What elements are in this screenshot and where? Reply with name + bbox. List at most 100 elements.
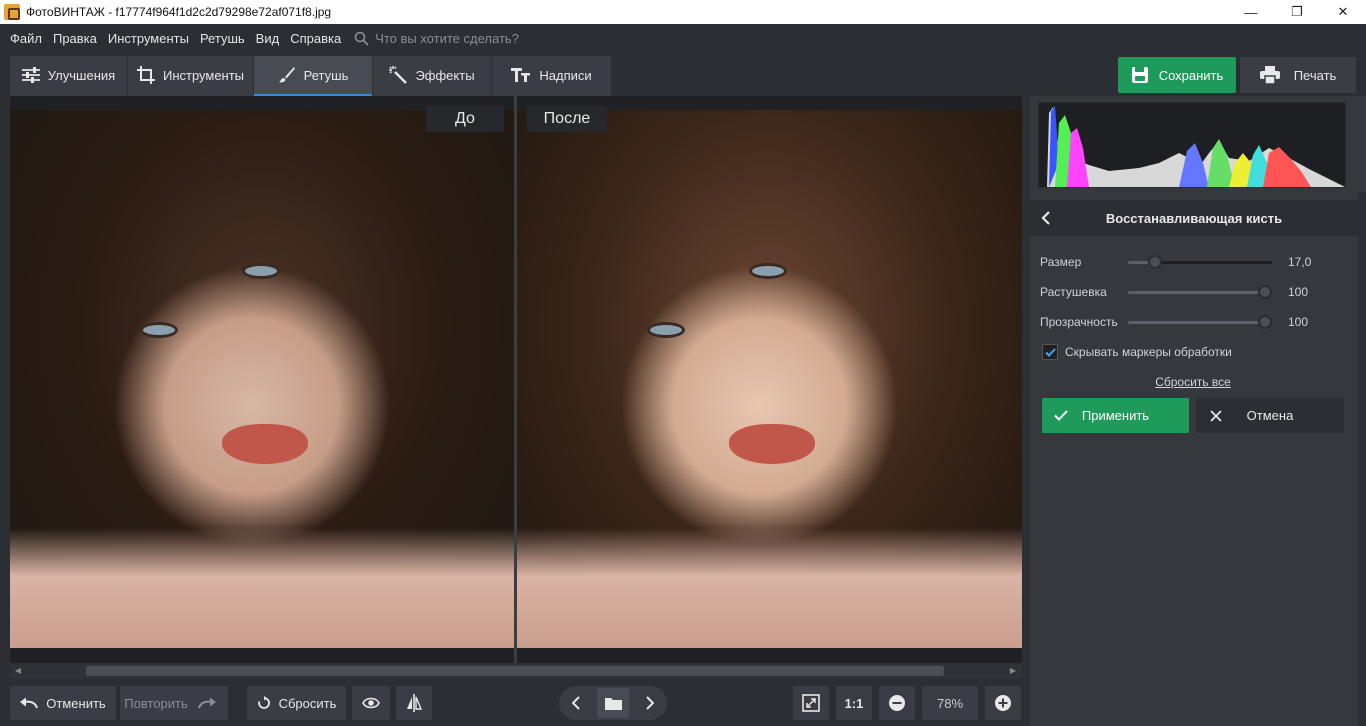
check-icon bbox=[1054, 410, 1068, 421]
menu-search[interactable]: Что вы хотите сделать? bbox=[354, 31, 519, 46]
close-button[interactable]: ✕ bbox=[1320, 0, 1366, 24]
print-label: Печать bbox=[1293, 67, 1337, 83]
preview-toggle-button[interactable] bbox=[352, 686, 390, 720]
scrollbar-thumb[interactable] bbox=[86, 666, 944, 676]
redo-icon bbox=[197, 697, 216, 709]
tab-label: Надписи bbox=[539, 67, 592, 83]
side-panel: Восстанавливающая кисть Размер 17,0 Раст… bbox=[1030, 96, 1366, 726]
text-icon bbox=[511, 68, 531, 82]
size-slider[interactable] bbox=[1128, 255, 1272, 269]
menu-bar: Файл Правка Инструменты Ретушь Вид Справ… bbox=[0, 24, 1366, 52]
menu-search-placeholder: Что вы хотите сделать? bbox=[375, 30, 519, 46]
reset-all-link[interactable]: Сбросить все bbox=[1030, 375, 1356, 389]
tab-bar: Улучшения Инструменты Ретушь Эффекты Над… bbox=[10, 56, 612, 96]
menu-help[interactable]: Справка bbox=[290, 31, 341, 46]
slider-handle[interactable] bbox=[1258, 285, 1272, 299]
close-icon bbox=[1210, 409, 1222, 422]
previous-image-button[interactable] bbox=[561, 688, 591, 718]
brush-icon bbox=[278, 67, 295, 83]
apply-button[interactable]: Применить bbox=[1042, 398, 1189, 433]
undo-icon bbox=[20, 697, 39, 709]
printer-icon bbox=[1259, 66, 1280, 84]
scroll-right-icon[interactable]: ▶ bbox=[1008, 666, 1018, 676]
minimize-button[interactable]: — bbox=[1228, 0, 1274, 24]
photo-detail bbox=[10, 528, 514, 648]
maximize-button[interactable]: ❐ bbox=[1274, 0, 1320, 24]
tab-effects[interactable]: Эффекты bbox=[373, 56, 491, 96]
menu-tools[interactable]: Инструменты bbox=[108, 31, 189, 46]
tab-label: Эффекты bbox=[415, 67, 475, 83]
slider-fill bbox=[1128, 291, 1265, 294]
fit-screen-icon bbox=[802, 694, 820, 712]
panel-title: Восстанавливающая кисть bbox=[1105, 210, 1283, 226]
menu-edit[interactable]: Правка bbox=[53, 31, 97, 46]
chevron-right-icon bbox=[646, 696, 654, 710]
cancel-label: Отмена bbox=[1246, 408, 1294, 423]
open-folder-button[interactable] bbox=[597, 688, 629, 718]
scroll-left-icon[interactable]: ◀ bbox=[13, 666, 23, 676]
photo-after bbox=[517, 110, 1022, 648]
actual-size-button[interactable]: 1:1 bbox=[836, 686, 872, 720]
undo-button[interactable]: Отменить bbox=[10, 686, 116, 720]
reset-button[interactable]: Сбросить bbox=[247, 686, 346, 720]
slider-label: Размер bbox=[1040, 255, 1082, 269]
folder-icon bbox=[604, 697, 622, 710]
redo-label: Повторить bbox=[124, 695, 188, 711]
zoom-out-button[interactable] bbox=[879, 686, 915, 720]
panel-scrollbar[interactable] bbox=[1358, 192, 1366, 726]
tab-captions[interactable]: Надписи bbox=[492, 56, 611, 96]
tab-enhancements[interactable]: Улучшения bbox=[10, 56, 127, 96]
title-bar: ФотоВИНТАЖ - f17774f964f1d2c2d79298e72af… bbox=[0, 0, 1366, 24]
slider-handle[interactable] bbox=[1147, 255, 1162, 269]
photo-detail bbox=[222, 424, 308, 464]
photo-detail bbox=[749, 263, 787, 279]
next-image-button[interactable] bbox=[635, 688, 665, 718]
feather-slider-row: Растушевка 100 bbox=[1040, 282, 1340, 302]
back-button[interactable] bbox=[1030, 200, 1060, 236]
menu-view[interactable]: Вид bbox=[256, 31, 280, 46]
cancel-button[interactable]: Отмена bbox=[1196, 398, 1344, 433]
photo-detail bbox=[729, 424, 815, 464]
apply-label: Применить bbox=[1081, 408, 1150, 423]
hide-markers-option[interactable]: Скрывать маркеры обработки bbox=[1042, 344, 1232, 360]
before-label: До bbox=[426, 106, 504, 132]
eye-icon bbox=[362, 697, 380, 709]
save-label: Сохранить bbox=[1158, 67, 1224, 83]
hide-markers-checkbox[interactable] bbox=[1042, 344, 1058, 360]
menu-retouch[interactable]: Ретушь bbox=[200, 31, 245, 46]
histogram bbox=[1038, 102, 1346, 188]
opacity-slider[interactable] bbox=[1128, 315, 1272, 329]
compare-button[interactable] bbox=[396, 686, 432, 720]
menu-file[interactable]: Файл bbox=[10, 31, 42, 46]
size-slider-row: Размер 17,0 bbox=[1040, 252, 1340, 272]
slider-value: 100 bbox=[1288, 285, 1309, 299]
feather-slider[interactable] bbox=[1128, 285, 1272, 299]
panel-header: Восстанавливающая кисть bbox=[1030, 200, 1358, 236]
after-label: После bbox=[527, 106, 607, 132]
tab-retouch[interactable]: Ретушь bbox=[254, 56, 372, 96]
tab-tools[interactable]: Инструменты bbox=[128, 56, 253, 96]
window-title: ФотоВИНТАЖ - f17774f964f1d2c2d79298e72af… bbox=[26, 5, 332, 19]
slider-label: Растушевка bbox=[1040, 285, 1107, 299]
app-logo-icon bbox=[4, 4, 20, 20]
photo-detail bbox=[242, 263, 280, 279]
histogram-graph bbox=[1047, 106, 1345, 187]
checkbox-label: Скрывать маркеры обработки bbox=[1065, 345, 1232, 359]
fit-to-screen-button[interactable] bbox=[793, 686, 829, 720]
slider-handle[interactable] bbox=[1258, 315, 1272, 329]
zoom-level[interactable]: 78% bbox=[922, 686, 978, 720]
chevron-left-icon bbox=[572, 696, 580, 710]
redo-button[interactable]: Повторить bbox=[120, 686, 228, 720]
slider-fill bbox=[1128, 321, 1265, 324]
horizontal-scrollbar[interactable]: ◀ ▶ bbox=[10, 663, 1022, 679]
preview-canvas[interactable]: До После bbox=[10, 96, 1022, 663]
photo-detail bbox=[140, 322, 178, 338]
save-button[interactable]: Сохранить bbox=[1118, 57, 1236, 93]
checkmark-icon bbox=[1044, 347, 1056, 357]
print-button[interactable]: Печать bbox=[1240, 57, 1356, 93]
slider-label: Прозрачность bbox=[1040, 315, 1118, 329]
zoom-in-button[interactable] bbox=[985, 686, 1021, 720]
slider-value: 100 bbox=[1288, 315, 1309, 329]
tab-label: Инструменты bbox=[162, 67, 245, 83]
tab-label: Улучшения bbox=[47, 67, 116, 83]
